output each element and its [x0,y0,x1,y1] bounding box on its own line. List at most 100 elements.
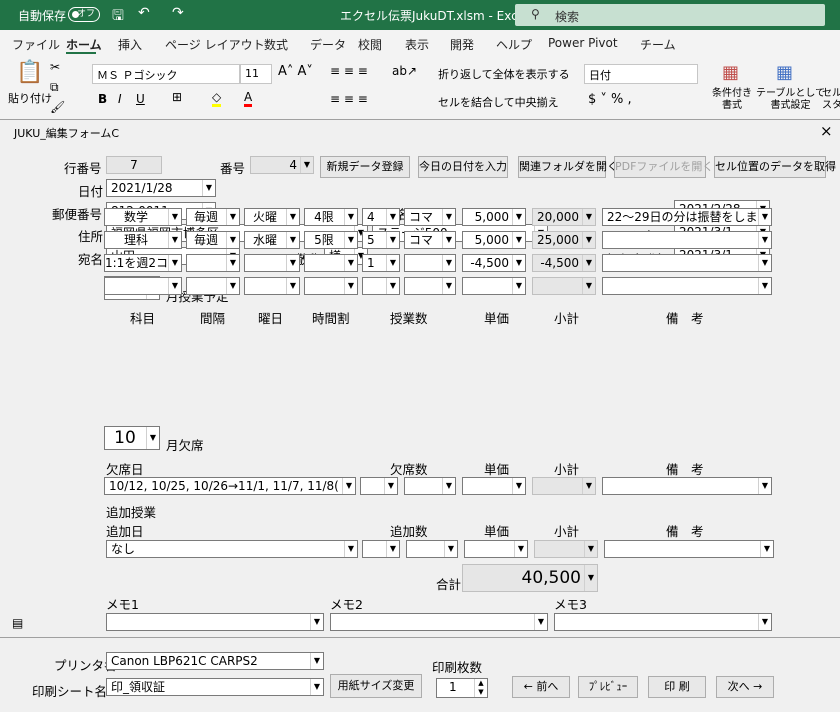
extra-date-select[interactable]: なし ▼ [106,540,358,558]
tab-team[interactable]: チーム [640,36,676,53]
tab-review[interactable]: 校閲 [358,36,382,53]
chevron-down-icon[interactable]: ▼ [226,232,239,248]
lesson-price-field[interactable]: ▼ [462,277,526,295]
absence-count-select[interactable]: ▼ [360,477,398,495]
format-painter-icon[interactable]: 🖌 [50,100,65,114]
lesson-period-field[interactable]: 5限 ▼ [304,231,358,249]
chevron-down-icon[interactable]: ▼ [286,209,299,225]
table-format-button[interactable]: テーブルとして 書式設定 [756,88,825,112]
absence-price-select[interactable]: ▼ [462,477,526,495]
chevron-down-icon[interactable]: ▼ [582,209,595,225]
lesson-unit-field[interactable]: ▼ [404,277,456,295]
absence-unit-select[interactable]: ▼ [404,477,456,495]
chevron-down-icon[interactable]: ▼ [286,255,299,271]
lesson-note-field[interactable]: 22～29日の分は振替をしま ▼ [602,208,772,226]
lesson-price-field[interactable]: 5,000 ▼ [462,208,526,226]
extra-unit-select[interactable]: ▼ [406,540,458,558]
copies-spinner[interactable]: 1 ▲ ▼ [436,678,488,698]
tab-data[interactable]: データ [310,36,346,53]
chevron-down-icon[interactable]: ▼ [758,209,771,225]
underline-icon[interactable]: U [136,92,145,106]
lesson-subject-field[interactable]: ▼ [104,277,182,295]
close-icon[interactable]: × [820,122,833,140]
preview-button[interactable]: ﾌﾟﾚﾋﾞｭｰ [578,676,638,698]
lesson-count-field[interactable]: 4 ▼ [362,208,400,226]
font-name-select[interactable]: ＭＳ Ｐゴシック [92,64,240,84]
memo1-select[interactable]: ▼ [106,613,324,631]
borders-icon[interactable]: ⊞ [172,90,182,104]
chevron-down-icon[interactable]: ▼ [442,278,455,294]
tab-formulas[interactable]: 数式 [264,36,288,53]
print-sheet-select[interactable]: 印_領収証 ▼ [106,678,324,696]
extra-price-select[interactable]: ▼ [464,540,528,558]
chevron-down-icon[interactable]: ▼ [442,209,455,225]
search-box[interactable]: ⚲ 検索 [515,4,825,26]
absence-dates-select[interactable]: 10/12, 10/25, 10/26→11/1, 11/7, 11/8(▼ [104,477,356,495]
lesson-price-field[interactable]: -4,500 ▼ [462,254,526,272]
lesson-interval-field[interactable]: ▼ [186,277,240,295]
chevron-down-icon[interactable]: ▼ [582,255,595,271]
chevron-down-icon[interactable]: ▼ [168,278,181,294]
paper-size-button[interactable]: 用紙サイズ変更 [330,674,422,698]
chevron-down-icon[interactable]: ▼ [344,255,357,271]
align-left-icon[interactable]: ≡ ≡ ≡ [330,92,368,106]
lesson-period-field[interactable]: ▼ [304,254,358,272]
new-record-button[interactable]: 新規データ登録 [320,156,410,178]
wrap-text-button[interactable]: 折り返して全体を表示する [438,66,570,82]
tab-page-layout[interactable]: ページ レイアウト [165,36,265,53]
extra-count-select[interactable]: ▼ [362,540,400,558]
lesson-note-field[interactable]: ▼ [602,231,772,249]
extra-note-select[interactable]: ▼ [604,540,774,558]
save-icon[interactable]: 🖫 [112,5,124,29]
orientation-icon[interactable]: ab↗ [392,64,417,78]
chevron-down-icon[interactable]: ▼ [386,232,399,248]
lesson-interval-field[interactable]: 毎週 ▼ [186,208,240,226]
chevron-down-icon[interactable]: ▼ [582,278,595,294]
chevron-down-icon[interactable]: ▼ [758,255,771,271]
absence-note-select[interactable]: ▼ [602,477,772,495]
printer-select[interactable]: Canon LBP621C CARPS2 ▼ [106,652,324,670]
lesson-weekday-field[interactable]: 水曜 ▼ [244,231,300,249]
tab-developer[interactable]: 開発 [450,36,474,53]
chevron-down-icon[interactable]: ▼ [226,209,239,225]
chevron-down-icon[interactable]: ▼ [442,255,455,271]
lesson-weekday-field[interactable]: 火曜 ▼ [244,208,300,226]
lesson-count-field[interactable]: 5 ▼ [362,231,400,249]
lesson-weekday-field[interactable]: ▼ [244,277,300,295]
chevron-down-icon[interactable]: ▼ [226,278,239,294]
chevron-down-icon[interactable]: ▼ [512,209,525,225]
chevron-down-icon[interactable]: ▼ [582,232,595,248]
lesson-subject-field[interactable]: 理科 ▼ [104,231,182,249]
lesson-period-field[interactable]: 4限 ▼ [304,208,358,226]
chevron-down-icon[interactable]: ▼ [168,232,181,248]
grow-font-icon[interactable]: A˄ A˅ [278,64,313,79]
today-date-button[interactable]: 今日の日付を入力 [418,156,508,178]
tab-view[interactable]: 表示 [405,36,429,53]
copy-icon[interactable]: ⧉ [50,80,59,95]
chevron-down-icon[interactable]: ▼ [512,232,525,248]
font-color-icon[interactable]: A [244,90,253,107]
chevron-down-icon[interactable]: ▼ [286,232,299,248]
italic-icon[interactable]: I [118,92,122,106]
prev-button[interactable]: ← 前へ [512,676,570,698]
chevron-down-icon[interactable]: ▼ [344,209,357,225]
chevron-down-icon[interactable]: ▼ [512,255,525,271]
lesson-unit-field[interactable]: コマ ▼ [404,231,456,249]
chevron-down-icon[interactable]: ▼ [226,255,239,271]
currency-icon[interactable]: $ ˅ % , [588,92,632,107]
lesson-interval-field[interactable]: ▼ [186,254,240,272]
lesson-price-field[interactable]: 5,000 ▼ [462,231,526,249]
sheet-list-icon[interactable]: ▤ [12,616,23,630]
lesson-unit-field[interactable]: ▼ [404,254,456,272]
chevron-down-icon[interactable]: ▼ [168,255,181,271]
number-format-select[interactable]: 日付 [584,64,698,84]
tab-insert[interactable]: 挿入 [118,36,142,53]
lesson-note-field[interactable]: ▼ [602,277,772,295]
chevron-down-icon[interactable]: ▼ [168,209,181,225]
print-button[interactable]: 印 刷 [648,676,706,698]
chevron-down-icon[interactable]: ▼ [442,232,455,248]
align-top-icon[interactable]: ≡ ≡ ≡ [330,64,368,78]
next-button[interactable]: 次へ → [716,676,774,698]
tab-help[interactable]: ヘルプ [496,36,532,53]
number-select[interactable]: 4 ▼ [250,156,314,174]
